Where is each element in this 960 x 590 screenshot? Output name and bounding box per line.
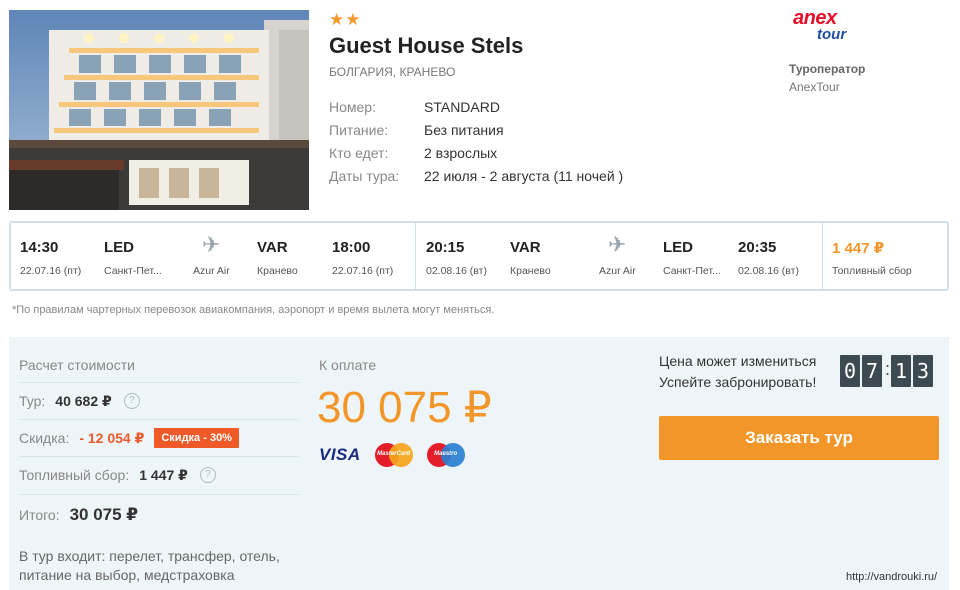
cost-calc-title: Расчет стоимости	[19, 357, 135, 373]
tour-details: Номер: STANDARD Питание: Без питания Кто…	[329, 95, 623, 187]
fuel-fee-value: 1 447 ₽	[832, 240, 885, 257]
tour-price-value: 40 682 ₽	[55, 392, 112, 409]
timer-digit: 3	[913, 355, 934, 387]
flight-divider	[822, 223, 823, 289]
operator-name: AnexTour	[789, 80, 840, 94]
tour-includes: В тур входит: перелет, трансфер, отель, …	[19, 548, 280, 583]
total-value: 30 075 ₽	[69, 504, 139, 524]
detail-value: 22 июля - 2 августа (11 ночей )	[424, 167, 624, 184]
outbound-airline: Azur Air	[193, 265, 230, 277]
discount-badge: Скидка - 30%	[154, 428, 239, 448]
return-arrival-code: LED	[663, 239, 693, 256]
return-departure-code: VAR	[510, 239, 541, 256]
book-tour-button[interactable]: Заказать тур	[659, 416, 939, 460]
outbound-arrival-code: VAR	[257, 239, 288, 256]
countdown-timer: 0 7 : 1 3	[840, 355, 935, 387]
timer-digit: 0	[840, 355, 860, 387]
hotel-stars: ★★	[329, 10, 362, 29]
outbound-arrival-city: Кранево	[257, 265, 298, 277]
payment-methods: VISA MasterCard Maestro	[319, 443, 465, 467]
help-icon[interactable]: ?	[123, 393, 140, 409]
logo-tour-text: tour	[817, 26, 847, 43]
mastercard-text: MasterCard	[377, 451, 411, 457]
outbound-departure-code: LED	[104, 239, 134, 256]
visa-logo: VISA	[319, 445, 361, 464]
detail-travelers: Кто едет: 2 взрослых	[329, 141, 623, 164]
to-pay-label: К оплате	[319, 357, 377, 373]
return-departure-city: Кранево	[510, 265, 551, 277]
total-label: Итого:	[19, 506, 60, 523]
fuel-fee-row: Топливный сбор: 1 447 ₽ ?	[19, 456, 299, 493]
fuel-fee-row-label: Топливный сбор:	[19, 467, 130, 483]
fuel-fee-row-value: 1 447 ₽	[139, 466, 188, 483]
operator-label: Туроператор	[789, 62, 866, 76]
return-arrival-date: 02.08.16 (вт)	[738, 265, 799, 277]
plane-icon: ✈	[608, 232, 627, 257]
flight-info-bar: 14:30 22.07.16 (пт) LED Санкт-Пет... ✈ A…	[9, 221, 949, 291]
price-change-warning: Цена может измениться	[659, 353, 817, 369]
total-row: Итого: 30 075 ₽	[19, 494, 299, 534]
fuel-fee-label: Топливный сбор	[832, 265, 912, 277]
charter-disclaimer: *По правилам чартерных перевозок авиаком…	[12, 304, 495, 316]
discount-value: - 12 054 ₽	[79, 429, 145, 446]
return-airline: Azur Air	[599, 265, 636, 277]
detail-dates: Даты тура: 22 июля - 2 августа (11 ночей…	[329, 164, 623, 187]
timer-digit: 1	[891, 355, 912, 387]
detail-value: STANDARD	[424, 98, 500, 115]
outbound-departure-date: 22.07.16 (пт)	[20, 265, 82, 277]
detail-value: 2 взрослых	[424, 144, 498, 161]
timer-digit: 7	[862, 355, 882, 387]
maestro-logo: Maestro	[426, 443, 465, 467]
detail-room: Номер: STANDARD	[329, 95, 623, 118]
detail-meals: Питание: Без питания	[329, 118, 623, 141]
hotel-photo[interactable]	[9, 10, 309, 210]
tour-price-row: Тур: 40 682 ₽ ?	[19, 382, 299, 419]
detail-label: Номер:	[329, 98, 376, 115]
hotel-name[interactable]: Guest House Stels	[329, 33, 523, 59]
detail-label: Кто едет:	[329, 144, 389, 161]
flight-divider	[415, 223, 416, 289]
return-departure-date: 02.08.16 (вт)	[426, 265, 487, 277]
return-departure-time: 20:15	[426, 239, 465, 256]
to-pay-amount: 30 075 ₽	[317, 383, 492, 432]
outbound-arrival-time: 18:00	[332, 239, 371, 256]
detail-value: Без питания	[424, 121, 504, 138]
return-arrival-city: Санкт-Пет...	[663, 265, 721, 277]
detail-label: Питание:	[329, 121, 389, 138]
return-arrival-time: 20:35	[738, 239, 777, 256]
anex-tour-logo: anex tour	[793, 8, 853, 46]
help-icon[interactable]: ?	[199, 467, 216, 483]
outbound-departure-city: Санкт-Пет...	[104, 265, 162, 277]
hurry-message: Успейте забронировать!	[659, 374, 817, 390]
price-panel: Расчет стоимости Тур: 40 682 ₽ ? Скидка:…	[9, 337, 949, 590]
source-watermark: http://vandrouki.ru/	[846, 571, 938, 583]
plane-icon: ✈	[202, 232, 221, 257]
detail-label: Даты тура:	[329, 167, 400, 184]
outbound-departure-time: 14:30	[20, 239, 59, 256]
timer-separator: :	[885, 358, 891, 379]
maestro-text: Maestro	[434, 451, 458, 457]
discount-label: Скидка:	[19, 430, 70, 446]
outbound-arrival-date: 22.07.16 (пт)	[332, 265, 394, 277]
tour-price-label: Тур:	[19, 393, 46, 409]
logo-anex-text: anex	[793, 7, 837, 29]
hotel-location: БОЛГАРИЯ, КРАНЕВО	[329, 65, 456, 79]
mastercard-logo: MasterCard	[374, 443, 413, 467]
discount-row: Скидка: - 12 054 ₽ Скидка - 30%	[19, 419, 299, 456]
